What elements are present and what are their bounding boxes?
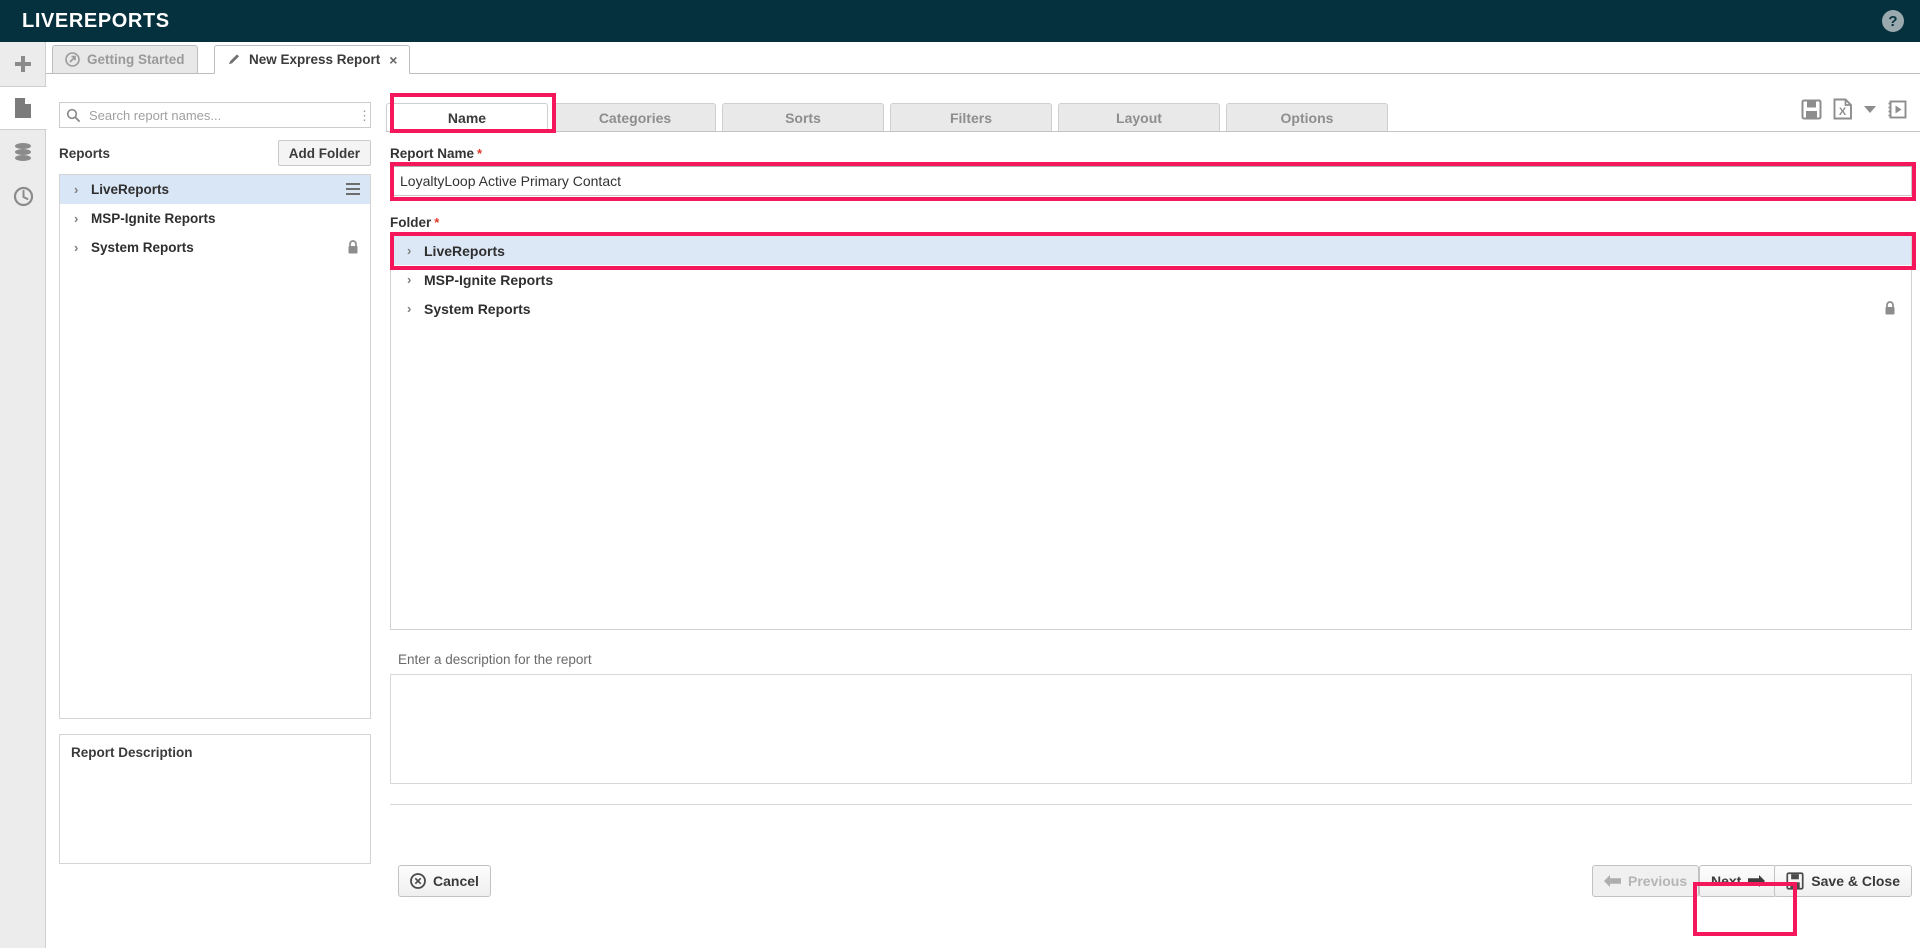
rail-item-add[interactable]: [0, 42, 46, 86]
window-tab-label: New Express Report: [249, 52, 381, 67]
run-report-icon[interactable]: [1887, 99, 1908, 120]
express-report-wizard: Name Categories Sorts Filters Layout Opt…: [386, 74, 1920, 948]
next-button[interactable]: Next: [1699, 865, 1778, 897]
required-marker: *: [434, 215, 440, 230]
previous-button-label: Previous: [1628, 873, 1688, 889]
report-description-title: Report Description: [71, 745, 193, 760]
kebab-menu-icon[interactable]: ⋮: [358, 109, 371, 122]
tree-item-msp-ignite-reports[interactable]: › MSP-Ignite Reports: [60, 204, 370, 233]
add-folder-button[interactable]: Add Folder: [277, 140, 371, 166]
chevron-right-icon[interactable]: ›: [407, 272, 415, 287]
tree-item-label: System Reports: [91, 240, 194, 255]
folder-item-system-reports[interactable]: › System Reports: [391, 294, 1911, 323]
rail-item-data[interactable]: [0, 130, 46, 174]
cancel-button[interactable]: Cancel: [398, 865, 491, 897]
report-description-panel: Report Description: [59, 734, 371, 864]
chevron-down-icon[interactable]: [1864, 105, 1876, 114]
svg-text:X: X: [1839, 106, 1847, 118]
help-icon[interactable]: ?: [1882, 10, 1904, 32]
lock-icon: [1883, 300, 1897, 319]
tab-options[interactable]: Options: [1226, 103, 1388, 132]
save-and-close-label: Save & Close: [1811, 873, 1900, 889]
wizard-step-tabs: Name Categories Sorts Filters Layout Opt…: [386, 96, 1920, 132]
search-input[interactable]: [87, 106, 358, 124]
cancel-circle-icon: [410, 873, 426, 889]
chevron-right-icon[interactable]: ›: [74, 240, 82, 255]
footer-divider: [390, 804, 1912, 805]
folder-item-label: MSP-Ignite Reports: [424, 271, 554, 288]
save-and-close-button[interactable]: Save & Close: [1774, 865, 1912, 897]
tab-sorts[interactable]: Sorts: [722, 103, 884, 132]
window-tab-strip: Getting Started New Express Report ×: [46, 42, 1920, 74]
reports-folder-tree: › LiveReports › MSP-Ignite Reports › Sys…: [59, 174, 371, 719]
folder-item-livereports[interactable]: › LiveReports: [391, 236, 1911, 265]
save-icon[interactable]: [1801, 99, 1822, 120]
close-icon[interactable]: ×: [389, 53, 397, 67]
folder-item-msp-ignite-reports[interactable]: › MSP-Ignite Reports: [391, 265, 1911, 294]
window-tab-label: Getting Started: [87, 52, 185, 67]
save-icon: [1786, 872, 1804, 890]
app-header: LIVEREPORTS ?: [0, 0, 1920, 42]
chevron-right-icon[interactable]: ›: [74, 182, 82, 197]
chevron-right-icon[interactable]: ›: [74, 211, 82, 226]
chevron-right-icon[interactable]: ›: [407, 243, 415, 258]
chevron-right-icon[interactable]: ›: [407, 301, 415, 316]
tab-name[interactable]: Name: [386, 103, 548, 132]
arrow-circle-icon: [65, 52, 80, 67]
excel-export-icon[interactable]: X: [1833, 98, 1853, 120]
search-report-names-box[interactable]: ⋮: [59, 102, 371, 128]
next-button-label: Next: [1711, 873, 1742, 889]
folder-selector-tree: › LiveReports › MSP-Ignite Reports › Sys…: [390, 235, 1912, 630]
window-tab-getting-started[interactable]: Getting Started: [52, 45, 198, 74]
tree-item-label: LiveReports: [91, 182, 170, 197]
arrow-left-icon: [1604, 874, 1621, 888]
tree-item-livereports[interactable]: › LiveReports: [60, 175, 370, 204]
folder-item-label: LiveReports: [424, 242, 505, 259]
rail-item-reports[interactable]: [0, 86, 47, 130]
reports-header-row: Reports Add Folder: [59, 140, 371, 168]
required-marker: *: [477, 146, 483, 161]
description-hint: Enter a description for the report: [398, 652, 592, 667]
reports-label: Reports: [59, 146, 111, 161]
reports-side-panel: ⋮ Reports Add Folder › LiveReports › MSP…: [47, 74, 384, 948]
tree-item-label: MSP-Ignite Reports: [91, 211, 216, 226]
report-name-input[interactable]: [390, 166, 1912, 196]
folder-item-label: System Reports: [424, 300, 531, 317]
folder-menu-icon[interactable]: [346, 183, 360, 195]
arrow-right-icon: [1748, 874, 1766, 888]
left-icon-rail: [0, 42, 47, 948]
pencil-icon: [227, 52, 242, 67]
tree-item-system-reports[interactable]: › System Reports: [60, 233, 370, 262]
report-description-textarea[interactable]: [390, 674, 1912, 784]
report-name-label: Report Name *: [390, 146, 483, 161]
app-brand-title: LIVEREPORTS: [22, 9, 170, 32]
rail-item-history[interactable]: [0, 174, 46, 218]
folder-label: Folder *: [390, 215, 440, 230]
tab-categories[interactable]: Categories: [554, 103, 716, 132]
report-toolbar: X: [1801, 98, 1908, 120]
tab-layout[interactable]: Layout: [1058, 103, 1220, 132]
window-tab-new-express-report[interactable]: New Express Report ×: [214, 45, 411, 74]
lock-icon: [346, 239, 360, 258]
previous-button[interactable]: Previous: [1592, 865, 1700, 897]
tabs-divider: [386, 131, 1920, 132]
tab-filters[interactable]: Filters: [890, 103, 1052, 132]
search-icon: [66, 108, 80, 122]
cancel-button-label: Cancel: [433, 873, 479, 889]
